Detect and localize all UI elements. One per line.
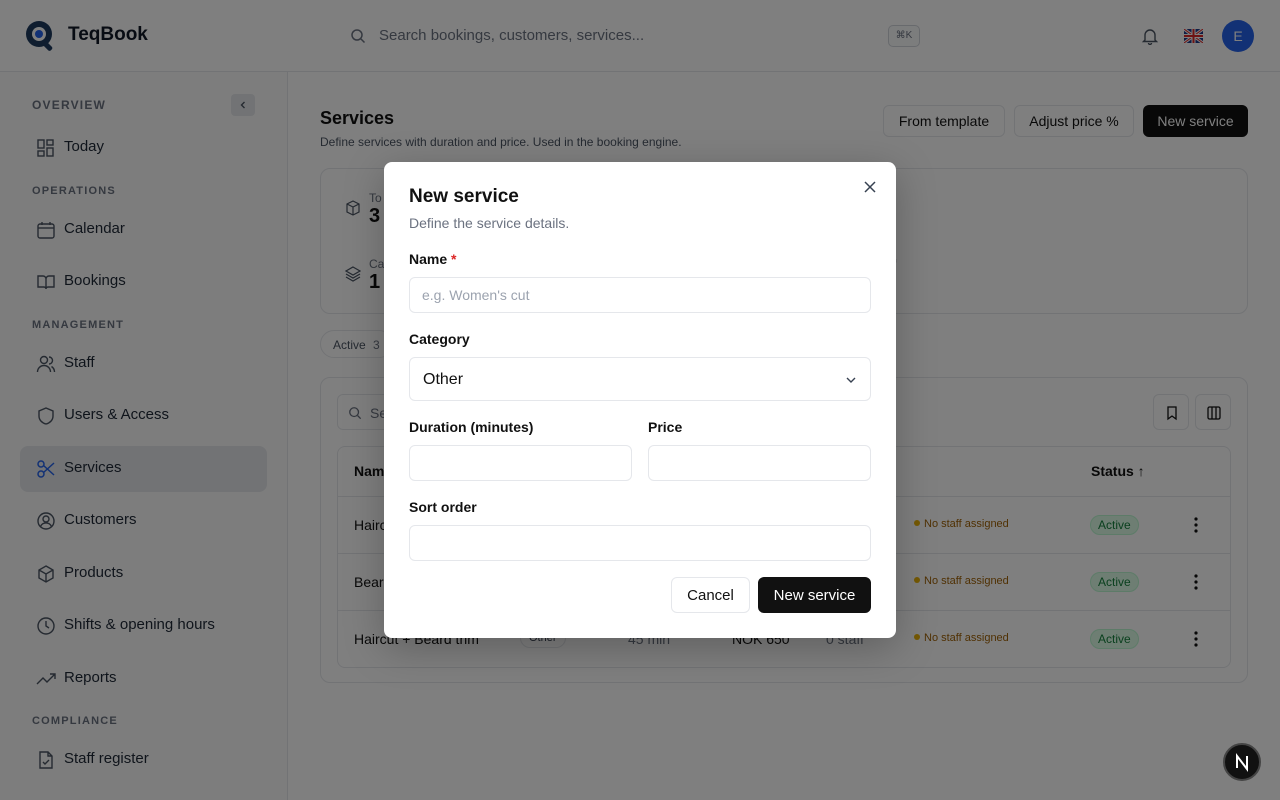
name-input[interactable] (409, 277, 871, 313)
category-select[interactable]: Other (409, 357, 871, 401)
dev-tools-button[interactable]: N (1223, 743, 1261, 781)
category-label: Category (409, 331, 470, 347)
dialog-subtitle: Define the service details. (409, 215, 570, 231)
sort-order-label: Sort order (409, 499, 477, 515)
new-service-dialog: New service Define the service details. … (384, 162, 896, 638)
name-label: Name * (409, 251, 457, 267)
dialog-title: New service (409, 186, 519, 207)
required-marker: * (451, 251, 457, 267)
cancel-button[interactable]: Cancel (671, 577, 750, 613)
duration-input[interactable] (409, 445, 632, 481)
category-selected-value: Other (423, 371, 464, 388)
duration-label: Duration (minutes) (409, 419, 534, 435)
price-label: Price (648, 419, 683, 435)
chevron-down-icon (846, 377, 856, 383)
next-logo-icon (1236, 753, 1248, 772)
close-icon[interactable] (862, 179, 878, 195)
submit-new-service-button[interactable]: New service (758, 577, 871, 613)
price-input[interactable] (648, 445, 871, 481)
sort-order-input[interactable] (409, 525, 871, 561)
